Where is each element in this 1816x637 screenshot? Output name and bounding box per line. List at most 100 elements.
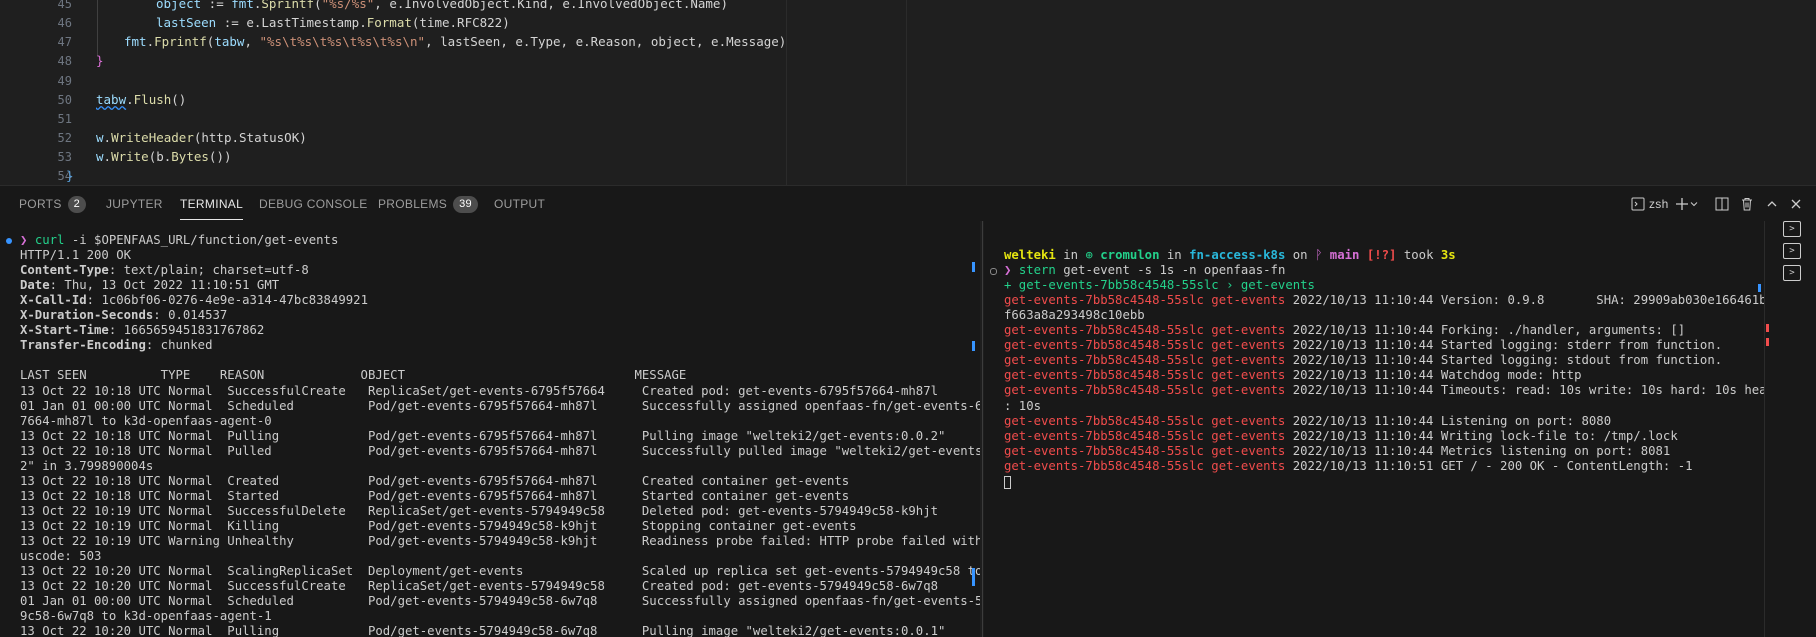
host-icon: ⊕ (1085, 248, 1093, 262)
log-container-name: get-events (1211, 443, 1286, 458)
maximize-panel-icon[interactable] (1762, 194, 1782, 214)
http-header-value: chunked (153, 338, 213, 353)
terminal-list-item-2[interactable]: > (1783, 243, 1801, 259)
close-panel-icon[interactable] (1786, 194, 1806, 214)
tab-ports[interactable]: PORTS 2 (19, 195, 87, 213)
log-message: 2022/10/13 11:10:44 Writing lock-file to… (1285, 428, 1678, 443)
log-message: 2022/10/13 11:10:44 Forking: ./handler, … (1285, 323, 1686, 338)
stern-added: + get-events-7bb58c4548-55slc › get-even… (1004, 278, 1315, 293)
log-message: : 10s (1004, 398, 1042, 413)
log-container-name: get-events (1211, 368, 1286, 383)
http-header-line: Transfer-Encoding: chunked (20, 338, 213, 353)
code-token: Bytes (171, 149, 209, 164)
line-number: 49 (57, 74, 72, 88)
log-message: 2022/10/13 11:10:51 GET / - 200 OK - Con… (1285, 458, 1693, 473)
shell-label[interactable]: zsh (1649, 195, 1669, 213)
code-line: } (66, 167, 74, 185)
code-token: (b. (148, 149, 172, 164)
log-message: 2022/10/13 11:10:44 Watchdog mode: http (1285, 368, 1582, 383)
tab-output[interactable]: OUTPUT (494, 195, 545, 213)
terminal-list-item-3[interactable]: > (1783, 265, 1801, 281)
terminal-icon[interactable] (1628, 194, 1648, 214)
line-number: 45 (57, 0, 72, 11)
tab-label: PORTS (19, 197, 62, 211)
code-token: ()) (208, 149, 232, 164)
http-header-value: 0.014537 (160, 308, 228, 323)
terminal-list: > > > (1764, 221, 1816, 637)
events-table-row: 13 Oct 22 10:20 UTC Normal ScalingReplic… (20, 564, 980, 579)
events-table-row: 13 Oct 22 10:18 UTC Normal Pulled Pod/ge… (20, 444, 980, 459)
terminal-split-separator[interactable] (982, 221, 983, 637)
prompt-info-line: welteki in ⊕ cromulon in fn-access-k8s o… (1004, 248, 1456, 263)
events-table-text: 13 Oct 22 10:18 UTC Normal Started Pod/g… (20, 488, 850, 503)
code-token: . (103, 149, 112, 164)
http-header-line: X-Call-Id: 1c06bf06-0276-4e9e-a314-47bc8… (20, 293, 368, 308)
code-editor[interactable]: 45 46 47 48 49 50 51 52 53 54 object := fmt. Sprin… (0, 0, 1816, 185)
events-table-row: 13 Oct 22 10:19 UTC Normal Killing Pod/g… (20, 519, 857, 534)
tab-label: PROBLEMS (378, 197, 448, 211)
code-token: w (96, 130, 104, 145)
http-header-line: Date: Thu, 13 Oct 2022 11:10:51 GMT (20, 278, 280, 293)
log-message: 2022/10/13 11:10:44 Metrics listening on… (1285, 443, 1671, 458)
split-terminal-icon[interactable] (1712, 194, 1732, 214)
events-table-text: 2" in 3.799890004s (20, 458, 154, 473)
log-pod-name: get-events-7bb58c4548-55slc (1004, 323, 1204, 338)
log-pod-name: get-events-7bb58c4548-55slc (1004, 428, 1204, 443)
events-table-row: 13 Oct 22 10:18 UTC Normal Started Pod/g… (20, 489, 849, 504)
code-line: w.WriteHeader(http.StatusOK) (96, 129, 307, 147)
events-table-text: 13 Oct 22 10:19 UTC Normal Killing Pod/g… (20, 518, 857, 533)
terminal-prompt-line: ❯ curl -i $OPENFAAS_URL/function/get-eve… (20, 233, 338, 248)
tab-label: TERMINAL (180, 197, 244, 211)
log-line: : 10s (1004, 399, 1041, 414)
code-token: tabw (214, 34, 245, 49)
http-header-line: X-Duration-Seconds: 0.014537 (20, 308, 228, 323)
line-number: 52 (57, 131, 72, 145)
prompt-duration: 3s (1440, 248, 1456, 262)
events-table-row: 13 Oct 22 10:18 UTC Normal SuccessfulCre… (20, 384, 938, 399)
code-line: lastSeen := e.LastTimestamp.Format(time.… (156, 14, 510, 32)
log-line: get-events-7bb58c4548-55slc get-events 2… (1004, 338, 1722, 353)
terminal-left[interactable]: ❯ curl -i $OPENFAAS_URL/function/get-eve… (0, 221, 980, 637)
tab-debug-console[interactable]: DEBUG CONSOLE (259, 195, 368, 213)
http-header-line: X-Start-Time: 1665659451831767862 (20, 323, 265, 338)
events-table-text: 01 Jan 01 00:00 UTC Normal Scheduled Pod… (20, 398, 980, 413)
log-message: 2022/10/13 11:10:44 Started logging: std… (1285, 338, 1723, 353)
scrollbar-marker (972, 262, 975, 272)
log-line: get-events-7bb58c4548-55slc get-events 2… (1004, 323, 1685, 338)
tab-terminal[interactable]: TERMINAL (180, 195, 244, 220)
prompt-status-dot (6, 238, 12, 244)
trash-icon[interactable] (1737, 194, 1757, 214)
chevron-down-icon[interactable] (1687, 194, 1701, 214)
events-table-header: LAST SEEN TYPE REASON OBJECT MESSAGE (20, 368, 686, 383)
code-lines[interactable]: object := fmt. Sprintf("%s/%s", e.Involve… (66, 0, 787, 185)
events-table-text: 13 Oct 22 10:20 UTC Normal ScalingReplic… (20, 564, 980, 579)
scrollbar-marker (972, 341, 975, 351)
prompt-status-dot (990, 268, 997, 276)
terminal-right[interactable]: welteki in ⊕ cromulon in fn-access-k8s o… (984, 221, 1764, 637)
log-pod-name: get-events-7bb58c4548-55slc (1004, 293, 1204, 308)
events-table-text: 13 Oct 22 10:18 UTC Normal Created Pod/g… (20, 473, 850, 488)
tab-problems[interactable]: PROBLEMS 39 (378, 195, 478, 213)
tab-jupyter[interactable]: JUPYTER (106, 195, 163, 213)
events-table-text: uscode: 503 (20, 549, 102, 564)
events-table-row: 01 Jan 01 00:00 UTC Normal Scheduled Pod… (20, 594, 980, 609)
log-container-name: get-events (1211, 458, 1286, 473)
code-token: , (244, 34, 260, 49)
tab-badge: 2 (67, 195, 87, 213)
code-token: (http.StatusOK) (193, 130, 307, 145)
terminal-list-item-1[interactable]: > (1783, 221, 1801, 237)
stern-added-line: + get-events-7bb58c4548-55slc › get-even… (1004, 278, 1315, 293)
code-line: object := fmt.Sprintf("%s/%s", e.Involve… (156, 0, 728, 13)
code-token: object (156, 0, 202, 11)
code-token: Format (366, 15, 412, 30)
code-token: Flush (133, 92, 172, 107)
code-token: , lastSeen, e.Type, e.Reason, object, e.… (425, 34, 787, 49)
prompt-text: took (1396, 248, 1441, 262)
http-header-key: Date (20, 278, 50, 293)
code-token: ( (314, 0, 322, 11)
prompt-user: welteki (1004, 248, 1056, 262)
log-pod-name: get-events-7bb58c4548-55slc (1004, 368, 1204, 383)
code-token: . (146, 34, 155, 49)
events-table-row: 13 Oct 22 10:18 UTC Normal Pulling Pod/g… (20, 429, 945, 444)
log-line: get-events-7bb58c4548-55slc get-events 2… (1004, 414, 1611, 429)
